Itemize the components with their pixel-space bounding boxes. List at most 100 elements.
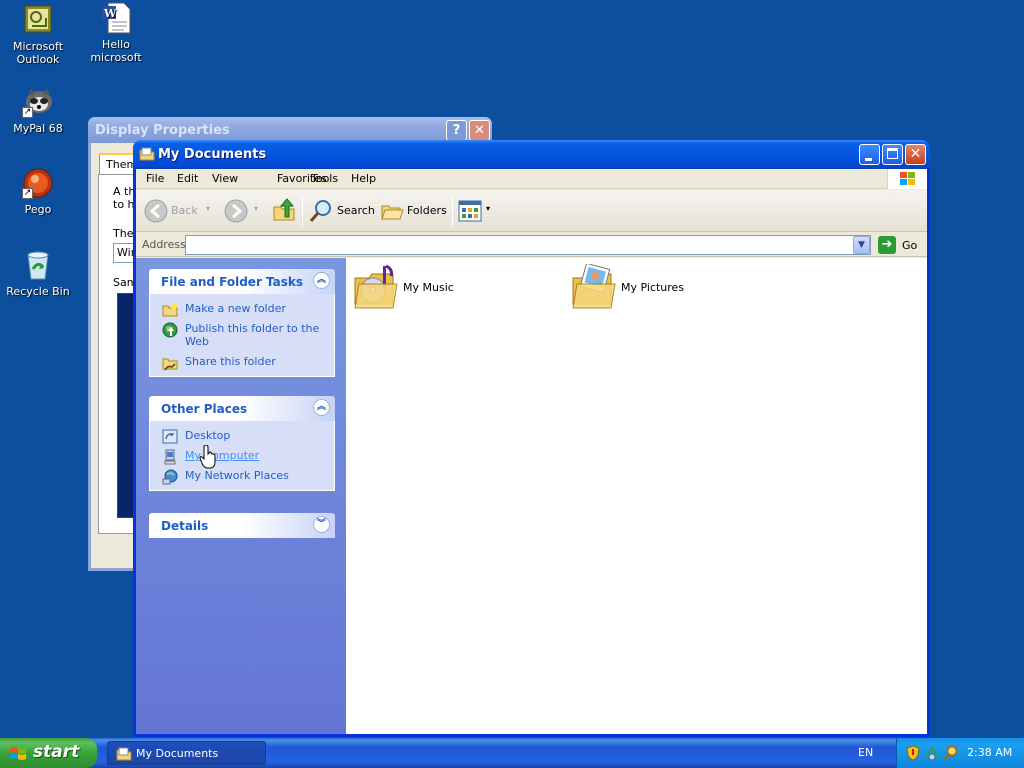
address-label: Address <box>142 238 186 251</box>
window-titlebar[interactable]: My Documents ✕ <box>133 140 930 169</box>
address-dropdown-button[interactable]: ▼ <box>853 236 870 254</box>
display-properties-title: Display Properties <box>95 123 230 138</box>
up-folder-button[interactable] <box>272 198 298 224</box>
share-folder-icon <box>162 358 178 371</box>
desktop-icon-mypal[interactable]: ↗ MyPal 68 <box>0 86 76 135</box>
folder-item-my-music[interactable]: My Music <box>353 264 473 312</box>
close-button[interactable]: ✕ <box>905 144 926 165</box>
back-arrow-icon <box>144 199 168 223</box>
address-bar: Address ▼ ➔ Go <box>136 233 927 257</box>
music-folder-icon <box>354 264 398 309</box>
menu-bar: File Edit View Favorites Tools Help <box>136 169 927 189</box>
panel-title: Details <box>161 519 209 533</box>
folder-label: My Pictures <box>621 281 685 294</box>
desktop-icon-label: Microsoft <box>12 40 64 53</box>
maximize-icon <box>887 148 898 159</box>
chevron-down-icon[interactable]: ▾ <box>254 204 258 213</box>
panel-title: Other Places <box>161 402 248 416</box>
panel-body: Desktop My Computer My Network Places <box>149 421 335 491</box>
task-pane: File and Folder Tasks ︽ Make a new folde… <box>136 258 346 734</box>
clock[interactable]: 2:38 AM <box>967 746 1012 759</box>
details-panel: Details ︾ <box>149 513 335 538</box>
make-new-folder-link[interactable]: Make a new folder <box>162 302 326 317</box>
views-button[interactable]: ▾ <box>458 198 496 224</box>
folders-button[interactable]: Folders <box>380 198 447 224</box>
expand-chevron-icon[interactable]: ︾ <box>313 516 330 533</box>
desktop-icon-label: Outlook <box>16 53 60 66</box>
panel-header[interactable]: File and Folder Tasks ︽ <box>149 269 335 294</box>
outlook-icon <box>22 4 54 36</box>
panel-title: File and Folder Tasks <box>161 275 304 289</box>
views-icon <box>458 200 482 222</box>
folder-icon <box>116 747 132 761</box>
folder-item-my-pictures[interactable]: My Pictures <box>571 264 711 312</box>
search-tray-icon[interactable] <box>943 745 959 761</box>
security-shield-icon[interactable] <box>905 745 921 761</box>
menu-edit[interactable]: Edit <box>177 172 198 185</box>
address-input[interactable] <box>185 235 871 255</box>
search-label: Search <box>337 204 375 217</box>
folders-label: Folders <box>407 204 447 217</box>
menu-help[interactable]: Help <box>351 172 376 185</box>
desktop-icon-recycle-bin[interactable]: Recycle Bin <box>0 249 76 298</box>
my-computer-link[interactable]: My Computer <box>162 449 326 465</box>
panel-header[interactable]: Details ︾ <box>149 513 335 538</box>
desktop-icon-label: Hello microsoft <box>90 38 142 64</box>
desktop-link[interactable]: Desktop <box>162 429 326 444</box>
my-documents-window[interactable]: My Documents ✕ File Edit View Favorites … <box>133 140 930 737</box>
up-folder-icon <box>273 198 295 221</box>
panel-header[interactable]: Other Places ︽ <box>149 396 335 421</box>
search-icon <box>309 200 331 222</box>
search-button[interactable]: Search <box>308 198 375 224</box>
computer-icon <box>164 449 176 465</box>
panel-body: Make a new folder Publish this folder to… <box>149 294 335 377</box>
file-list-view[interactable]: My Music My Pictures <box>346 258 927 734</box>
shortcut-arrow-icon: ↗ <box>22 107 33 118</box>
window-title: My Documents <box>158 147 267 162</box>
pego-icon: ↗ <box>22 167 54 199</box>
minimize-button[interactable] <box>859 144 880 165</box>
description-text: A th <box>113 185 136 198</box>
my-network-places-link[interactable]: My Network Places <box>162 469 326 485</box>
desktop-icon-hello-microsoft[interactable]: W Hello microsoft <box>78 2 154 64</box>
chevron-down-icon: ▼ <box>858 240 865 250</box>
back-label: Back <box>171 204 198 217</box>
share-folder-link[interactable]: Share this folder <box>162 355 326 371</box>
menu-tools[interactable]: Tools <box>311 172 338 185</box>
taskbar-button-my-documents[interactable]: My Documents <box>107 741 266 765</box>
network-icon[interactable] <box>924 745 940 761</box>
desktop-icon-pego[interactable]: ↗ Pego <box>0 167 76 216</box>
go-button[interactable]: ➔ Go <box>876 236 918 254</box>
desktop-icon-label: MyPal 68 <box>13 122 63 135</box>
menu-view[interactable]: View <box>212 172 238 185</box>
language-indicator[interactable]: EN <box>858 746 873 759</box>
chevron-down-icon[interactable]: ▾ <box>206 204 210 213</box>
start-button[interactable]: start <box>0 738 97 768</box>
file-folder-tasks-panel: File and Folder Tasks ︽ Make a new folde… <box>149 269 335 377</box>
shortcut-arrow-icon: ↗ <box>22 188 33 199</box>
collapse-chevron-icon[interactable]: ︽ <box>313 272 330 289</box>
folder-label: My Music <box>403 281 454 294</box>
help-button[interactable]: ? <box>446 120 467 141</box>
desktop-icon <box>162 429 178 444</box>
collapse-chevron-icon[interactable]: ︽ <box>313 399 330 416</box>
maximize-button[interactable] <box>882 144 903 165</box>
link-label: My Computer <box>185 449 260 462</box>
desktop-icon-outlook[interactable]: Microsoft Outlook <box>0 4 76 66</box>
folder-icon <box>139 146 155 162</box>
taskbar: start My Documents EN 2:38 AM <box>0 738 1024 768</box>
desktop-icon-label: Pego <box>24 203 52 216</box>
forward-arrow-icon <box>224 199 248 223</box>
link-label: Share this folder <box>185 355 276 368</box>
go-label: Go <box>902 239 918 252</box>
chevron-down-icon[interactable]: ▾ <box>486 204 490 213</box>
network-places-icon <box>162 469 178 485</box>
taskbar-button-label: My Documents <box>136 747 219 760</box>
menu-file[interactable]: File <box>146 172 164 185</box>
mypal-icon: ↗ <box>22 86 54 118</box>
back-button[interactable]: Back ▾ <box>144 198 216 224</box>
forward-button[interactable]: ▾ <box>224 198 264 224</box>
close-button[interactable]: ✕ <box>469 120 490 141</box>
minimize-icon <box>865 158 872 161</box>
publish-to-web-link[interactable]: Publish this folder to the Web <box>162 322 326 348</box>
